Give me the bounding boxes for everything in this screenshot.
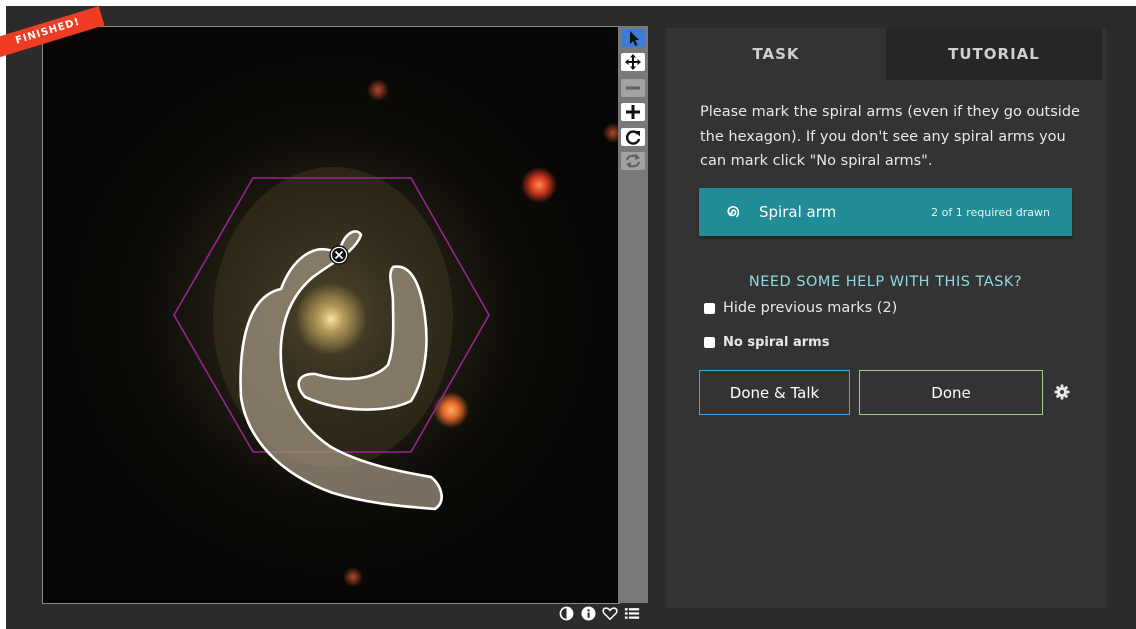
tool-label: Spiral arm: [759, 203, 837, 221]
close-circle-icon[interactable]: [329, 245, 349, 265]
star: [433, 392, 469, 428]
move-icon[interactable]: [621, 53, 645, 71]
help-link[interactable]: NEED SOME HELP WITH THIS TASK?: [699, 274, 1072, 290]
rotate-icon[interactable]: [621, 128, 645, 146]
star: [367, 79, 389, 101]
star: [603, 123, 619, 143]
info-icon[interactable]: [580, 605, 596, 621]
task-instructions: Please mark the spiral arms (even if the…: [700, 104, 1080, 169]
image-toolbar: [618, 26, 648, 603]
hide-marks-checkbox[interactable]: [704, 302, 715, 314]
spiral-arm-tool-button[interactable]: Spiral arm 2 of 1 required drawn: [699, 188, 1072, 236]
tool-count: 2 of 1 required drawn: [931, 206, 1050, 219]
plus-icon[interactable]: [621, 103, 645, 121]
gear-icon[interactable]: [1054, 384, 1070, 400]
cursor-icon[interactable]: [621, 29, 645, 47]
galaxy-core: [295, 283, 367, 355]
done-and-talk-button[interactable]: Done & Talk: [699, 370, 850, 415]
tab-tutorial[interactable]: TUTORIAL: [886, 28, 1102, 80]
no-spiral-checkbox[interactable]: [704, 337, 715, 348]
task-tabs: TASK TUTORIAL: [666, 28, 1106, 80]
collections-icon[interactable]: [624, 605, 640, 621]
invert-icon[interactable]: [558, 605, 574, 621]
metadata-toolbar: [558, 604, 640, 622]
reset-icon[interactable]: [621, 152, 645, 170]
minus-icon[interactable]: [621, 79, 645, 97]
hide-previous-marks-row[interactable]: Hide previous marks (2): [704, 300, 897, 316]
star: [343, 567, 363, 587]
subject-image: [173, 79, 619, 587]
subject-image-viewer[interactable]: [42, 26, 620, 604]
no-spiral-arms-row[interactable]: No spiral arms: [704, 335, 829, 350]
no-spiral-label: No spiral arms: [723, 335, 830, 350]
done-button[interactable]: Done: [859, 370, 1043, 415]
tab-task[interactable]: TASK: [666, 28, 886, 80]
spiral-icon: [727, 206, 740, 218]
task-panel: TASK TUTORIAL Please mark the spiral arm…: [666, 28, 1106, 608]
classifier-app: FINISHED! TASK TUTORIAL Please mark the …: [0, 6, 1136, 629]
star: [521, 167, 557, 203]
hide-marks-label: Hide previous marks (2): [723, 300, 898, 316]
heart-icon[interactable]: [602, 605, 618, 621]
